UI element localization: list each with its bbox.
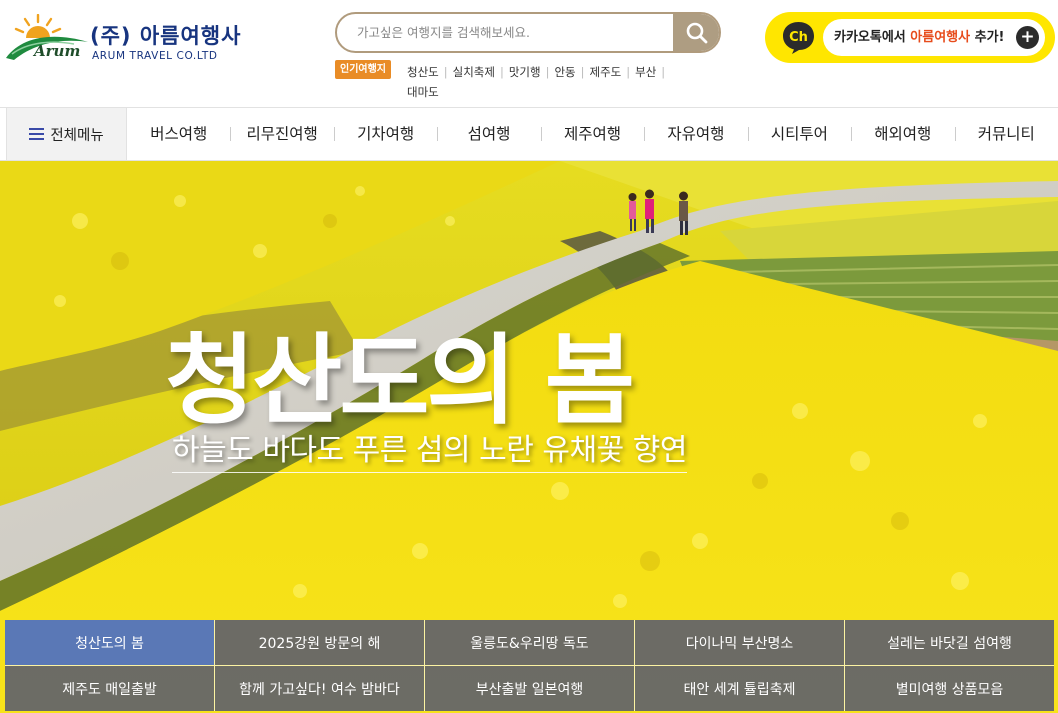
main-nav: 전체메뉴 버스여행 리무진여행 기차여행 섬여행 제주여행 자유여행 시티투어 … [0,107,1058,161]
search-input[interactable] [357,14,667,51]
nav-item-island[interactable]: 섬여행 [437,108,540,160]
promo-tab-busan[interactable]: 다이나믹 부산명소 [635,620,844,665]
promo-tab-jeju-daily[interactable]: 제주도 매일출발 [5,666,214,711]
logo-english-name: ARUM TRAVEL CO.LTD [92,50,218,62]
promo-tab-yeosu[interactable]: 함께 가고싶다! 여수 밤바다 [215,666,424,711]
search-button[interactable] [673,14,719,51]
promo-tabs: 청산도의 봄 2025강원 방문의 해 울릉도&우리땅 독도 다이나믹 부산명소… [5,620,1054,711]
all-menu-label: 전체메뉴 [50,127,104,144]
nav-item-train[interactable]: 기차여행 [333,108,437,160]
popular-link[interactable]: 대마도 [407,85,439,99]
nav-item-jeju[interactable]: 제주여행 [540,108,644,160]
popular-link[interactable]: 부산 [635,65,656,79]
hero-subtitle: 하늘도 바다도 푸른 섬의 노란 유채꽃 향연 [172,425,687,473]
nav-item-citytour[interactable]: 시티투어 [747,108,851,160]
promo-tab-gourmet[interactable]: 별미여행 상품모음 [845,666,1054,711]
kakao-channel-icon: Ch [783,22,814,54]
kakao-channel-banner[interactable]: Ch 카카오톡에서 아름여행사 추가! + [765,12,1055,63]
site-logo[interactable]: Arum (주) 아름여행사 ARUM TRAVEL CO.LTD [4,14,244,66]
kakao-add-pill[interactable]: 카카오톡에서 아름여행사 추가! + [823,19,1045,56]
popular-link[interactable]: 청산도 [407,65,439,79]
promo-tab-ulleungdo[interactable]: 울릉도&우리땅 독도 [425,620,634,665]
popular-link[interactable]: 맛기행 [509,65,541,79]
nav-item-limousine[interactable]: 리무진여행 [230,108,333,160]
popular-link[interactable]: 안동 [554,65,575,79]
nav-item-overseas[interactable]: 해외여행 [851,108,954,160]
logo-korean-name: (주) 아름여행사 [90,24,242,48]
popular-link[interactable]: 제주도 [590,65,622,79]
logo-mark-text: Arum [34,42,81,60]
hero-title: 청산도의 봄 [165,324,635,438]
site-header: Arum (주) 아름여행사 ARUM TRAVEL CO.LTD 인기여행지 … [0,0,1058,107]
search-box [335,12,721,53]
kakao-add-text: 카카오톡에서 아름여행사 추가! [834,30,1005,45]
nav-item-bus[interactable]: 버스여행 [127,108,230,160]
search-icon [686,22,708,43]
promo-tab-island-trip[interactable]: 설레는 바닷길 섬여행 [845,620,1054,665]
plus-icon[interactable]: + [1016,26,1039,49]
kakao-icon-label: Ch [789,30,808,45]
nav-item-free[interactable]: 자유여행 [644,108,747,160]
promo-tab-gangwon[interactable]: 2025강원 방문의 해 [215,620,424,665]
popular-link[interactable]: 실치축제 [453,65,495,79]
hamburger-icon [29,128,45,140]
hero-banner[interactable]: 청산도의 봄 하늘도 바다도 푸른 섬의 노란 유채꽃 향연 청산도의 봄 20… [0,161,1058,713]
all-menu-button[interactable]: 전체메뉴 [6,108,127,160]
promo-tab-cheongsando[interactable]: 청산도의 봄 [5,620,214,665]
nav-item-community[interactable]: 커뮤니티 [954,108,1058,160]
promo-tab-taean-tulip[interactable]: 태안 세계 튤립축제 [635,666,844,711]
popular-tag: 인기여행지 [335,60,391,79]
promo-tab-japan[interactable]: 부산출발 일본여행 [425,666,634,711]
popular-links: 청산도 | 실치축제 | 맛기행 | 안동 | 제주도 | 부산 | 대마도 [407,65,666,99]
